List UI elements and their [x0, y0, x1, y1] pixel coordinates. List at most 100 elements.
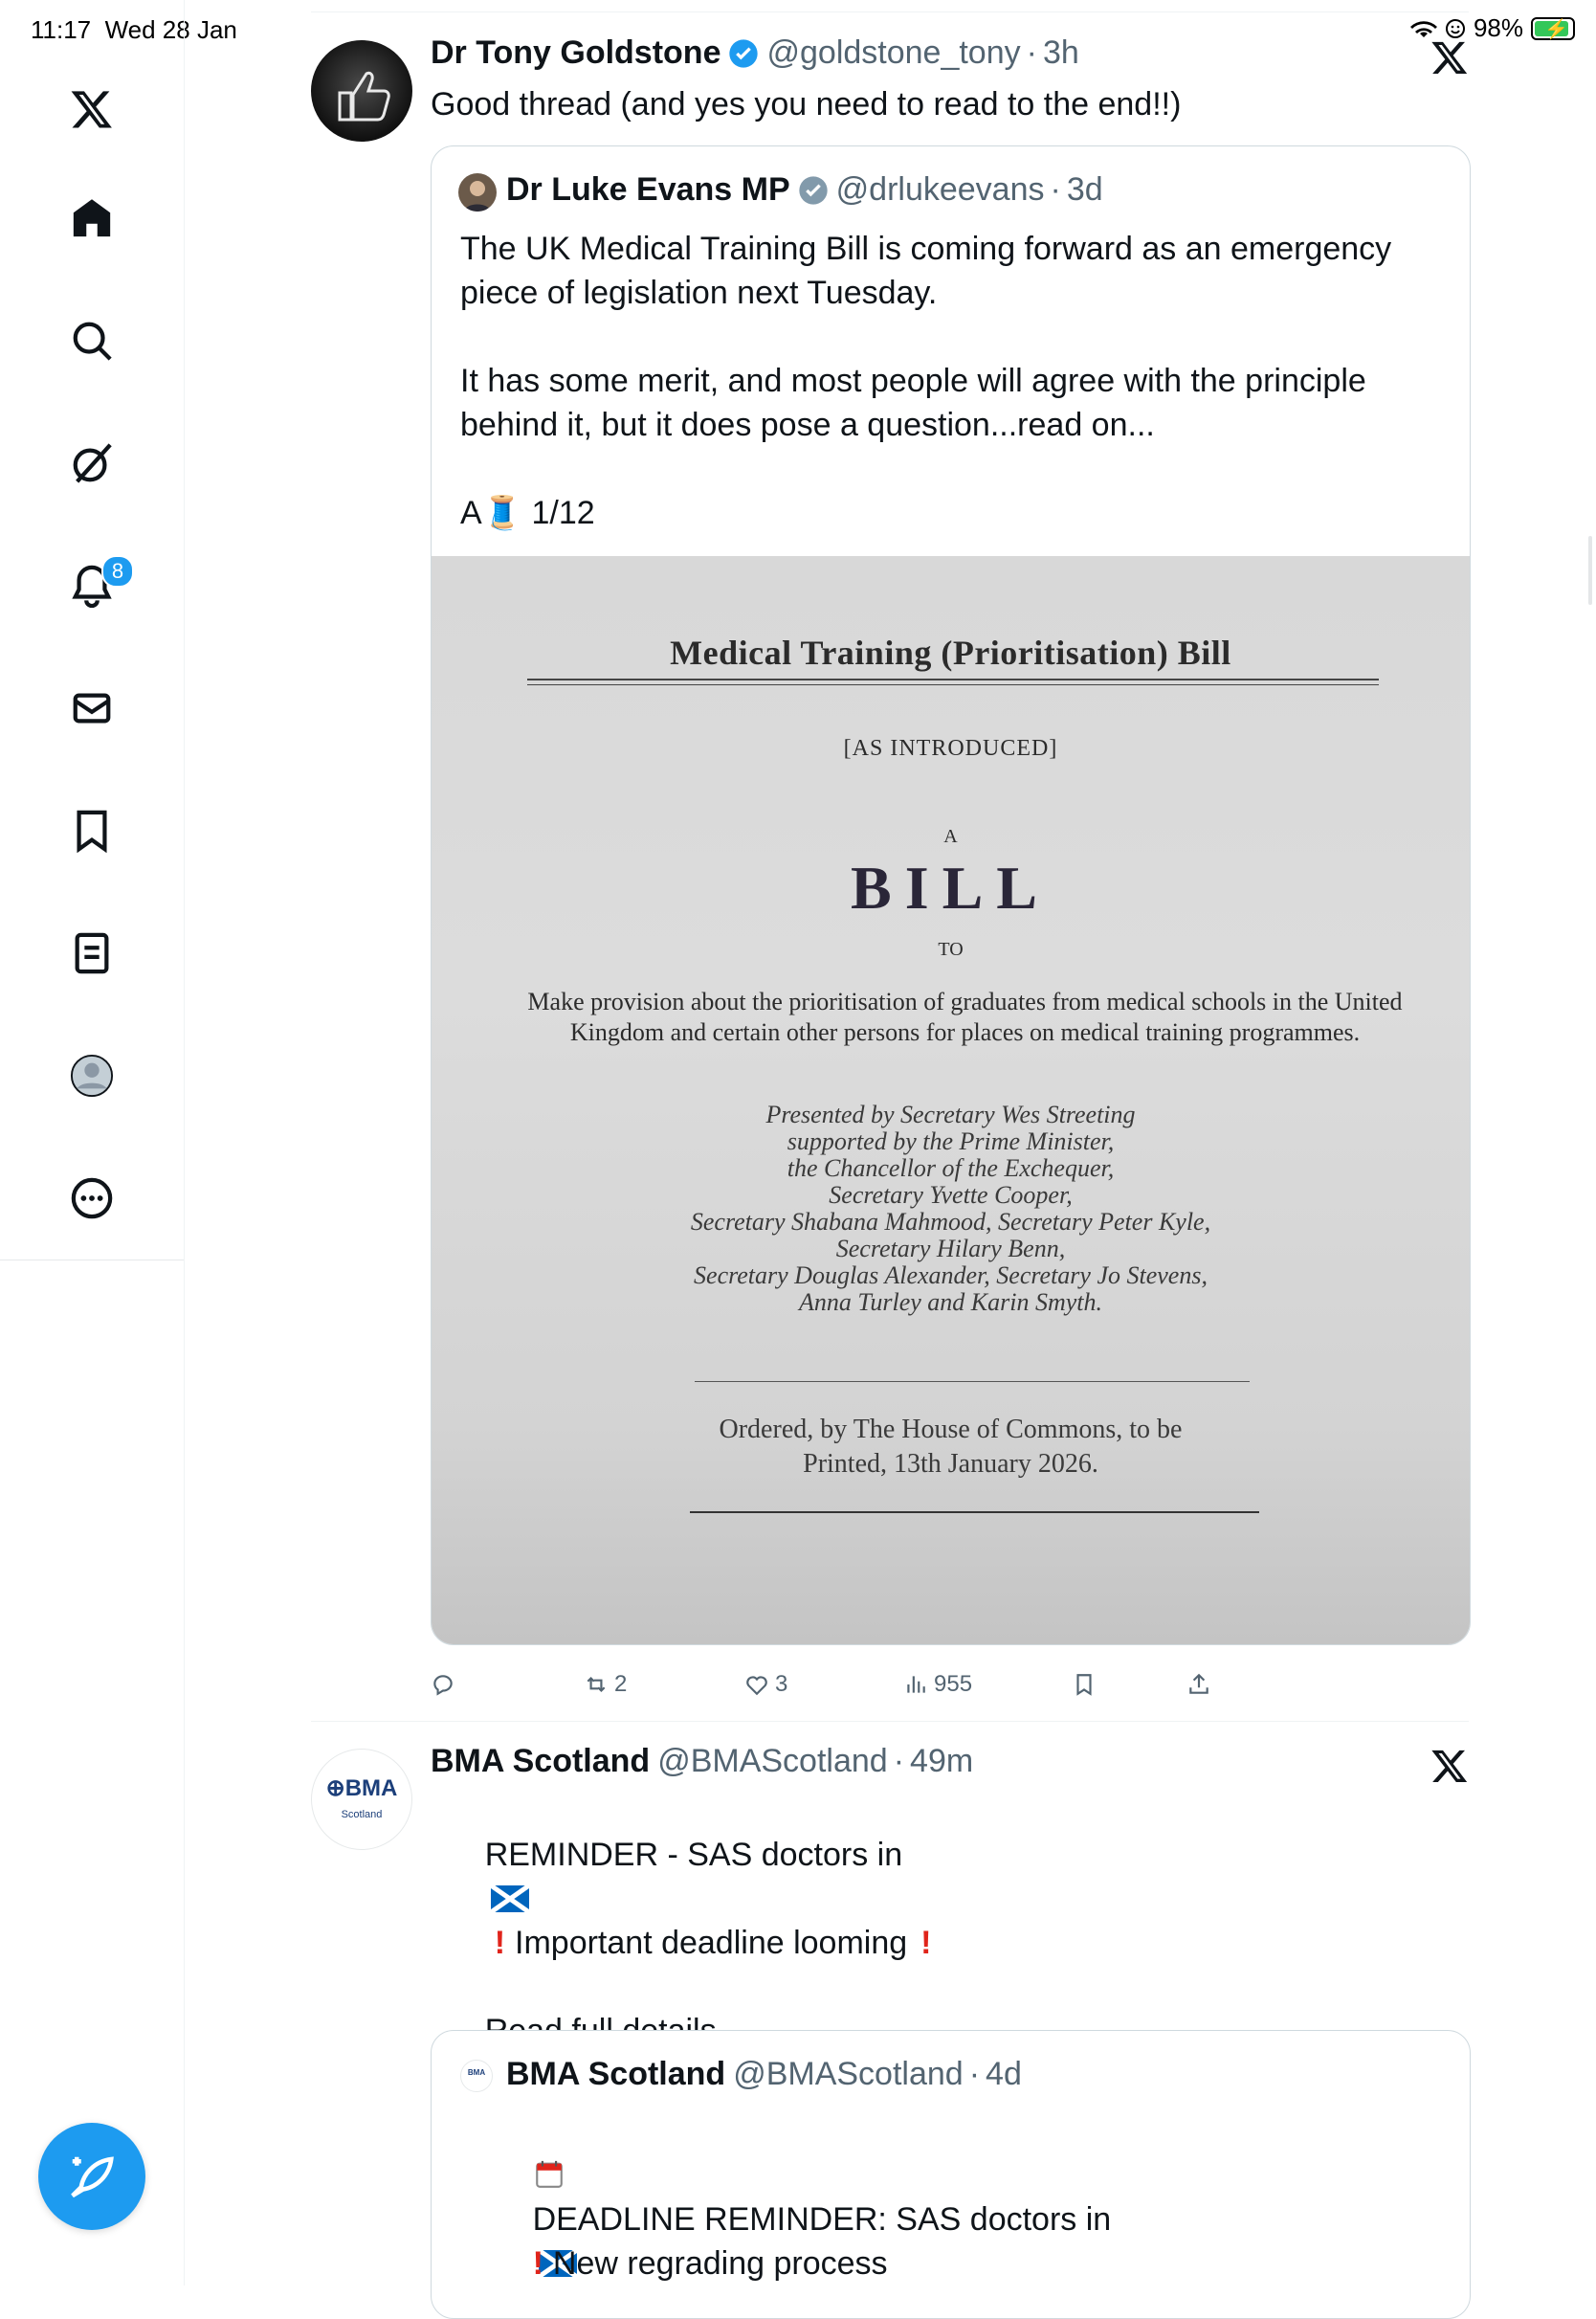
quoted-tweet[interactable]: Dr Luke Evans MP @drlukeevans · 3d The U… — [431, 145, 1471, 1645]
presented-line: Secretary Shabana Mahmood, Secretary Pet… — [690, 1208, 1211, 1236]
compose-button[interactable] — [38, 2123, 145, 2230]
scrollbar-thumb[interactable] — [1588, 536, 1592, 605]
separator-dot: · — [893, 1743, 905, 1779]
tweet-time[interactable]: 49m — [910, 1743, 973, 1780]
repost-icon — [587, 1676, 606, 1693]
thread-prefix: A — [460, 495, 482, 531]
bill-rule — [690, 1511, 1259, 1513]
bookmarks-icon[interactable] — [57, 796, 126, 865]
tweet-line-1-text: REMINDER - SAS doctors in — [484, 1837, 903, 1873]
quoted-time: 3d — [1066, 171, 1103, 208]
messages-icon[interactable] — [57, 674, 126, 743]
presented-line: Secretary Yvette Cooper, — [829, 1181, 1073, 1209]
quoted-tweet[interactable]: BMA BMA Scotland @BMAScotland · 4d DEADL… — [431, 2030, 1471, 2319]
bma-avatar[interactable]: ⊕BMA Scotland — [311, 1749, 412, 1850]
quoted-paragraph-1: The UK Medical Training Bill is coming f… — [460, 231, 1401, 311]
views-chart-icon — [907, 1676, 925, 1693]
quoted-line-2-text: New regrading process — [552, 2245, 888, 2282]
presented-line: the Chancellor of the Exchequer, — [787, 1154, 1115, 1182]
ordered-line: Printed, 13th January 2026. — [803, 1449, 1098, 1479]
presented-line: Anna Turley and Karin Smyth. — [798, 1288, 1103, 1316]
heart-icon — [746, 1676, 767, 1696]
view-count: 955 — [934, 1671, 973, 1697]
verified-badge-grey-icon — [798, 175, 828, 205]
author-avatar[interactable] — [311, 40, 412, 142]
quoted-bma-logo-text: BMA — [467, 2068, 486, 2077]
bma-logo-text: ⊕BMA — [325, 1775, 398, 1801]
thread-count: 1/12 — [522, 495, 595, 531]
separator-dot: · — [1050, 171, 1061, 208]
exclamation-icon: ! — [920, 1925, 932, 1961]
bill-presented-by: Presented by Secretary Wes Streeting sup… — [432, 1102, 1470, 1316]
author-name[interactable]: Dr Tony Goldstone — [431, 34, 720, 72]
battery-icon: ⚡ — [1531, 16, 1575, 40]
grok-icon[interactable] — [57, 429, 126, 498]
notifications-icon[interactable]: 8 — [57, 551, 134, 620]
bill-intro: [AS INTRODUCED] — [843, 736, 1058, 761]
presented-line: supported by the Prime Minister, — [787, 1127, 1115, 1155]
quoted-time: 4d — [986, 2056, 1022, 2092]
reply-icon — [433, 1675, 453, 1696]
repost-button[interactable]: 2 — [584, 1671, 627, 1698]
more-icon[interactable] — [57, 1164, 126, 1233]
bill-rule — [527, 684, 1379, 685]
quoted-line-2: ! New regrading process — [460, 2197, 888, 2318]
x-brand-icon — [1430, 1747, 1469, 1785]
bill-description: Make provision about the prioritisation … — [527, 988, 1403, 1046]
profile-avatar-icon[interactable] — [57, 1041, 126, 1110]
bill-a: A — [943, 826, 958, 847]
quoted-paragraph-2: It has some merit, and most people will … — [460, 363, 1376, 443]
lists-icon[interactable] — [57, 919, 126, 988]
x-brand-icon — [1430, 38, 1469, 77]
bill-document: Medical Training (Prioritisation) Bill [… — [432, 556, 1470, 1644]
bill-title: Medical Training (Prioritisation) Bill — [670, 634, 1231, 672]
timeline: Dr Tony Goldstone @goldstone_tony · 3h G… — [311, 0, 1592, 2319]
author-handle[interactable]: @goldstone_tony — [766, 34, 1020, 72]
compose-feather-icon — [71, 2156, 114, 2198]
ordered-line: Ordered, by The House of Commons, to be — [719, 1415, 1183, 1444]
views-button[interactable]: 955 — [903, 1671, 972, 1698]
share-icon — [1189, 1673, 1208, 1694]
reply-button[interactable] — [431, 1672, 461, 1697]
bookmark-icon — [1076, 1674, 1092, 1696]
quoted-header: Dr Luke Evans MP @drlukeevans · 3d — [506, 171, 1103, 209]
bill-rule — [527, 679, 1379, 680]
calendar-icon — [535, 2160, 563, 2188]
bill-photo[interactable]: Medical Training (Prioritisation) Bill [… — [432, 556, 1470, 1644]
thread-spool-icon: 🧵 — [481, 495, 523, 531]
quoted-paragraph-3: A🧵 1/12 — [460, 491, 1436, 535]
bill-rule — [695, 1381, 1250, 1382]
exclamation-icon: ! — [532, 2245, 543, 2282]
presented-line: Secretary Douglas Alexander, Secretary J… — [694, 1261, 1208, 1289]
share-button[interactable] — [1186, 1672, 1211, 1697]
verified-badge-icon — [729, 38, 759, 68]
tweet[interactable]: Dr Tony Goldstone @goldstone_tony · 3h G… — [311, 11, 1471, 1723]
bill-heading: BILL — [851, 854, 1051, 922]
tweet-line-2-text: Important deadline looming — [515, 1925, 908, 1961]
search-icon[interactable] — [57, 306, 126, 375]
bill-order: Ordered, by The House of Commons, to be … — [432, 1413, 1470, 1482]
battery-percent: 98% — [1473, 13, 1523, 42]
bma-logo-label: BMA — [344, 1775, 398, 1801]
bookmark-button[interactable] — [1072, 1672, 1097, 1697]
author-handle[interactable]: @BMAScotland — [657, 1743, 888, 1780]
notification-badge: 8 — [101, 555, 134, 588]
quoted-author-name: BMA Scotland — [506, 2056, 726, 2092]
bill-to: TO — [938, 939, 964, 960]
sidebar: 8 — [0, 0, 185, 2286]
bma-logo-sub: Scotland — [341, 1809, 383, 1820]
tweet-header: BMA Scotland @BMAScotland · 49m — [431, 1743, 973, 1780]
quoted-header: BMA Scotland @BMAScotland · 4d — [506, 2056, 1022, 2093]
tweet[interactable]: ⊕BMA Scotland BMA Scotland @BMAScotland … — [311, 1722, 1471, 2319]
home-icon[interactable] — [57, 184, 126, 253]
person-avatar-icon — [464, 181, 491, 212]
thumbs-up-avatar-icon — [338, 71, 390, 122]
x-logo-icon[interactable] — [57, 75, 126, 144]
exclamation-icon: ! — [494, 1925, 506, 1961]
quoted-author-handle: @drlukeevans — [835, 171, 1045, 208]
tweet-actions: 2 3 955 — [431, 1665, 1469, 1704]
tweet-time[interactable]: 3h — [1043, 34, 1079, 72]
tweet-header: Dr Tony Goldstone @goldstone_tony · 3h — [431, 34, 1079, 72]
like-button[interactable]: 3 — [744, 1671, 787, 1698]
author-name[interactable]: BMA Scotland — [431, 1743, 650, 1780]
